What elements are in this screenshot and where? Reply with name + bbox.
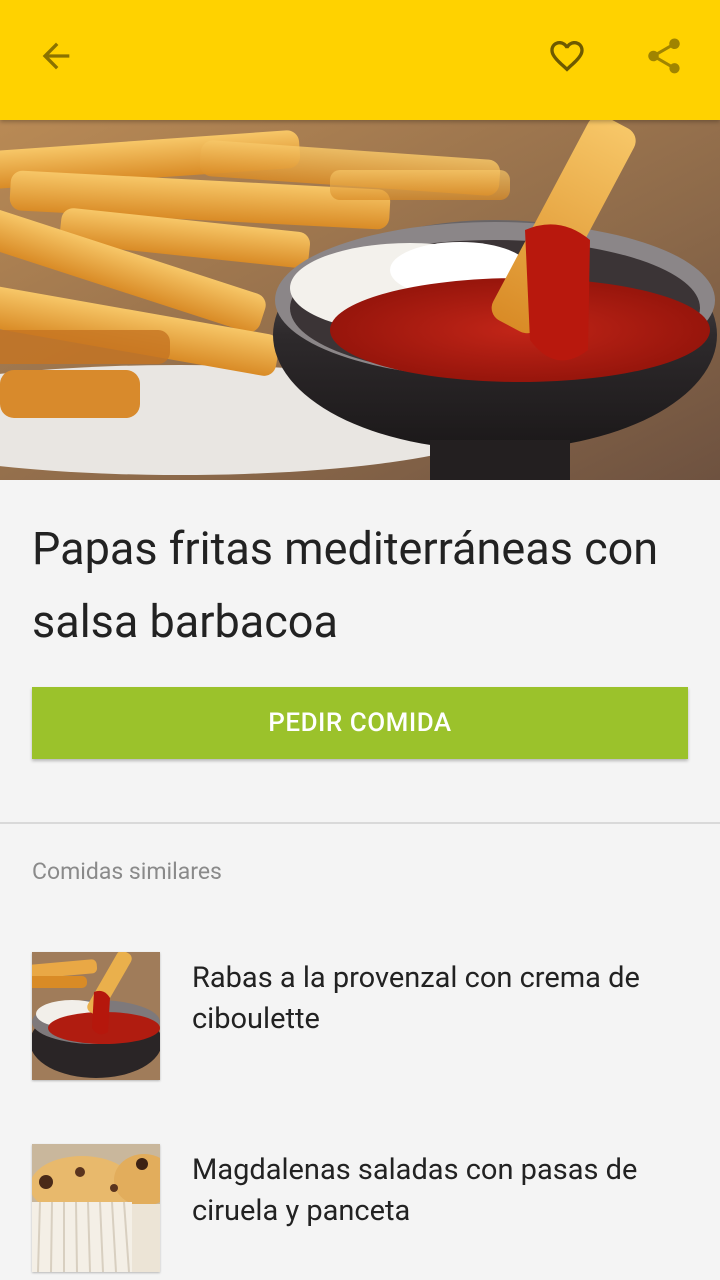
muffins-thumb (32, 1144, 160, 1272)
similar-food-thumbnail (32, 952, 160, 1080)
heart-outline-icon (550, 41, 584, 72)
similar-food-item[interactable]: Magdalenas saladas con pasas de ciruela … (32, 1144, 692, 1272)
similar-foods-heading: Comidas similares (32, 858, 222, 885)
similar-food-item[interactable]: Rabas a la provenzal con crema de ciboul… (32, 952, 692, 1080)
recipe-hero-image (0, 120, 720, 480)
share-icon (648, 38, 680, 74)
order-food-button[interactable]: PEDIR COMIDA (32, 687, 688, 759)
favorite-button[interactable] (539, 28, 595, 84)
similar-food-title: Magdalenas saladas con pasas de ciruela … (192, 1153, 638, 1228)
similar-food-thumbnail (32, 1144, 160, 1272)
fries-with-ketchup-photo (0, 120, 720, 480)
section-divider (0, 822, 720, 824)
share-button[interactable] (636, 28, 692, 84)
fries-ketchup-thumb (32, 952, 160, 1080)
back-button[interactable] (28, 28, 84, 84)
recipe-title: Papas fritas mediterráneas con salsa bar… (32, 522, 659, 648)
app-toolbar (0, 0, 720, 120)
similar-food-title: Rabas a la provenzal con crema de ciboul… (192, 961, 640, 1036)
arrow-back-icon (42, 42, 70, 70)
